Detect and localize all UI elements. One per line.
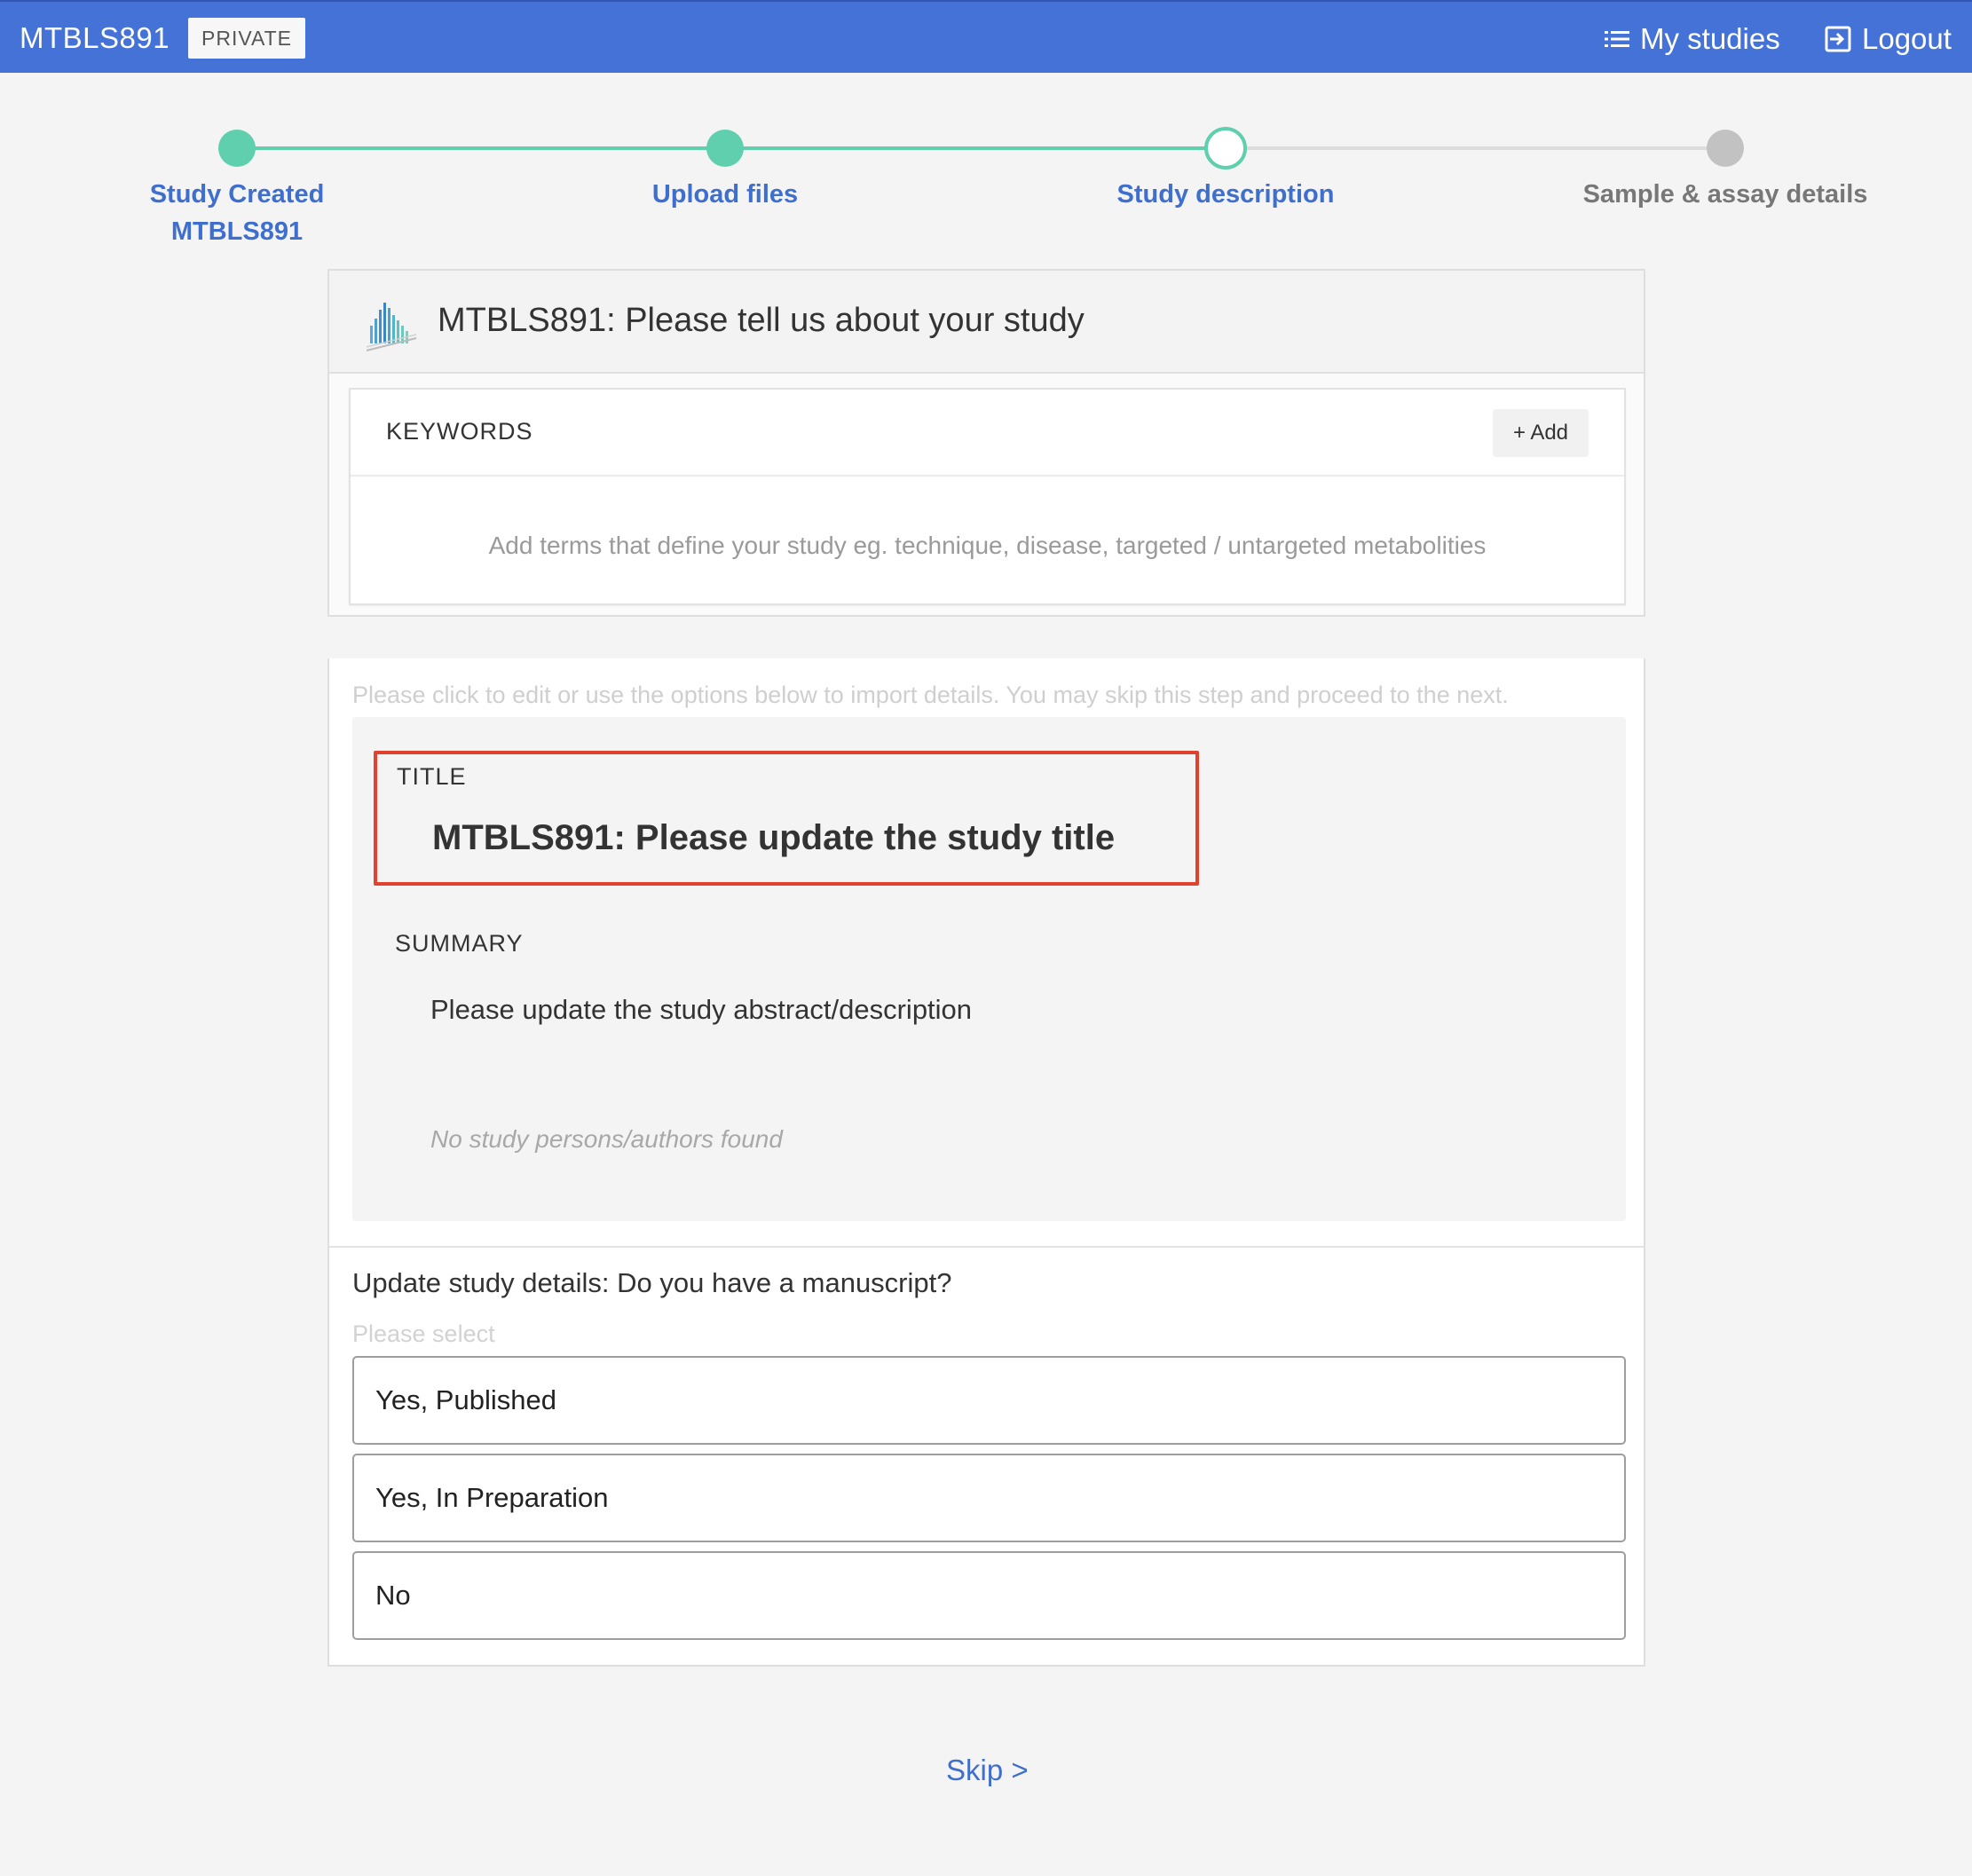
keywords-label: KEYWORDS <box>386 418 533 445</box>
study-summary-value[interactable]: Please update the study abstract/descrip… <box>430 994 972 1026</box>
study-id-brand[interactable]: MTBLS891 <box>20 21 170 55</box>
metabolights-logo-icon <box>365 299 418 357</box>
stepper-connector <box>725 146 1226 150</box>
stepper-connector <box>237 146 725 150</box>
details-panel: TITLE MTBLS891: Please update the study … <box>352 717 1626 1221</box>
manuscript-select-hint: Please select <box>352 1320 495 1347</box>
study-title-field[interactable]: TITLE MTBLS891: Please update the study … <box>374 751 1199 886</box>
option-yes-in-preparation[interactable]: Yes, In Preparation <box>352 1454 1626 1542</box>
title-label: TITLE <box>397 763 467 790</box>
step-4-label: Sample & assay details <box>1582 180 1868 209</box>
step-2-label[interactable]: Upload files <box>548 176 903 213</box>
step-1-dot[interactable] <box>218 130 256 167</box>
keywords-hint: Add terms that define your study eg. tec… <box>488 532 1487 559</box>
step-3-label[interactable]: Study description <box>1048 176 1403 213</box>
card-header: MTBLS891: Please tell us about your stud… <box>329 271 1644 374</box>
add-keyword-button[interactable]: + Add <box>1493 409 1589 457</box>
option-yes-published[interactable]: Yes, Published <box>352 1356 1626 1445</box>
progress-stepper: Study Created MTBLS891 Upload files Stud… <box>0 124 1972 257</box>
step-2-dot[interactable] <box>706 130 744 167</box>
step-1-subtitle: MTBLS891 <box>170 217 304 246</box>
logout-icon <box>1825 26 1851 52</box>
my-studies-link[interactable]: My studies <box>1605 20 1780 59</box>
keywords-header: KEYWORDS + Add <box>351 390 1624 477</box>
keywords-section: KEYWORDS + Add Add terms that define you… <box>349 388 1626 605</box>
study-title-value[interactable]: MTBLS891: Please update the study title <box>432 818 1115 858</box>
list-icon <box>1605 29 1629 49</box>
step-3-dot[interactable] <box>1204 127 1247 169</box>
section-divider <box>329 1246 1644 1248</box>
step-1-title: Study Created <box>149 180 325 209</box>
summary-label: SUMMARY <box>395 930 524 957</box>
private-status-badge: PRIVATE <box>188 18 305 59</box>
skip-link[interactable]: Skip > <box>946 1754 1029 1787</box>
top-navbar: MTBLS891 PRIVATE My studies Logout <box>0 0 1972 73</box>
manuscript-question: Update study details: Do you have a manu… <box>352 1267 952 1298</box>
option-no[interactable]: No <box>352 1551 1626 1640</box>
stepper-connector <box>1226 146 1725 150</box>
my-studies-label: My studies <box>1640 22 1780 55</box>
logout-label: Logout <box>1862 22 1952 55</box>
study-persons-empty: No study persons/authors found <box>430 1125 783 1153</box>
study-intro-card: MTBLS891: Please tell us about your stud… <box>327 269 1645 617</box>
logout-link[interactable]: Logout <box>1825 20 1952 59</box>
step-4-dot <box>1707 130 1744 167</box>
study-details-card: Please click to edit or use the options … <box>327 658 1645 1667</box>
edit-hint: Please click to edit or use the options … <box>352 682 1509 708</box>
page-title: MTBLS891: Please tell us about your stud… <box>438 302 1085 339</box>
step-1-label[interactable]: Study Created MTBLS891 <box>59 176 414 250</box>
